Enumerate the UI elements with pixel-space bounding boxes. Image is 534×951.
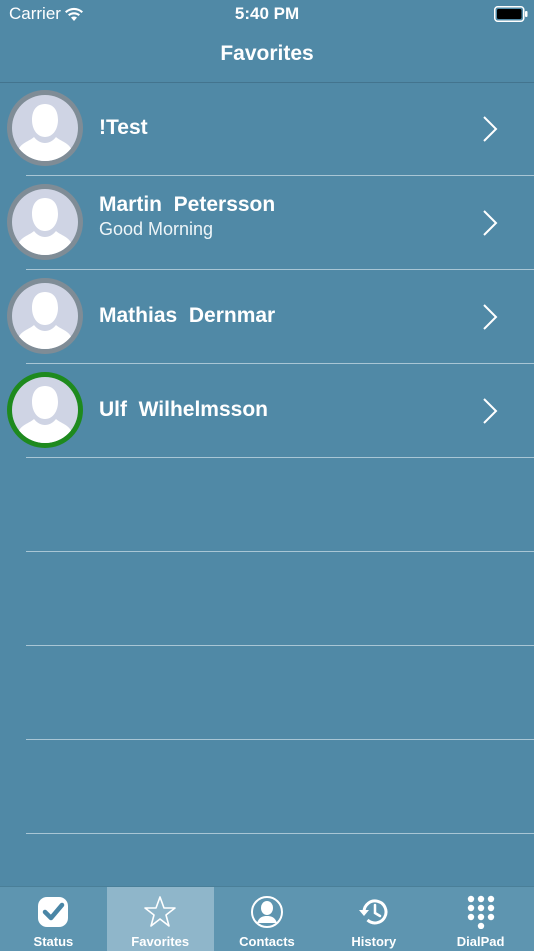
battery-icon — [494, 6, 528, 22]
tab-dialpad[interactable]: DialPad — [427, 887, 534, 951]
chevron-right-icon — [483, 398, 498, 424]
page-title: Favorites — [220, 42, 314, 65]
tab-label: Contacts — [239, 934, 295, 949]
tab-bar: Status Favorites Contacts History DialPa… — [0, 886, 534, 951]
empty-list-row — [26, 552, 534, 646]
person-silhouette-icon — [18, 198, 72, 255]
chevron-right-icon — [483, 116, 498, 142]
star-icon — [144, 896, 176, 927]
person-silhouette-icon — [18, 386, 72, 443]
chevron-right-icon — [483, 210, 498, 236]
empty-list-row — [26, 740, 534, 834]
avatar-online — [7, 372, 83, 448]
status-time: 5:40 PM — [234, 4, 300, 23]
chevron-right-icon — [483, 304, 498, 330]
favorite-row-test[interactable]: !Test — [7, 82, 534, 176]
dialpad-icon — [467, 895, 494, 929]
tab-label: Status — [33, 934, 74, 949]
history-clock-icon — [358, 899, 388, 925]
tab-contacts[interactable]: Contacts — [214, 887, 321, 951]
person-silhouette-icon — [18, 104, 72, 161]
avatar — [7, 278, 83, 354]
contact-name: !Test — [99, 116, 148, 139]
status-check-icon — [38, 897, 69, 927]
status-bar: Carrier 5:40 PM — [0, 0, 534, 28]
contact-status-message: Good Morning — [99, 219, 214, 239]
contact-name: Martin Petersson — [99, 193, 276, 216]
favorite-row-mathias-dernmar[interactable]: Mathias Dernmar — [7, 270, 534, 364]
tab-status[interactable]: Status — [0, 887, 107, 951]
tab-label: Favorites — [131, 934, 190, 949]
tab-label: DialPad — [456, 934, 505, 949]
tab-favorites[interactable]: Favorites — [106, 887, 214, 951]
contact-person-icon — [250, 896, 283, 928]
favorite-row-martin-petersson[interactable]: Martin Petersson Good Morning — [7, 176, 534, 270]
empty-list-row — [26, 458, 534, 552]
avatar — [7, 90, 83, 166]
empty-list-row — [26, 646, 534, 740]
avatar — [7, 184, 83, 260]
favorites-list: !Test Martin Petersson Good Morning Math… — [0, 82, 534, 834]
navigation-bar: Favorites — [0, 28, 534, 83]
tab-label: History — [351, 934, 397, 949]
contact-name: Ulf Wilhelmsson — [99, 398, 268, 421]
contact-name: Mathias Dernmar — [99, 304, 276, 327]
person-silhouette-icon — [18, 292, 72, 349]
favorite-row-ulf-wilhelmsson[interactable]: Ulf Wilhelmsson — [7, 364, 534, 458]
tab-history[interactable]: History — [320, 887, 427, 951]
